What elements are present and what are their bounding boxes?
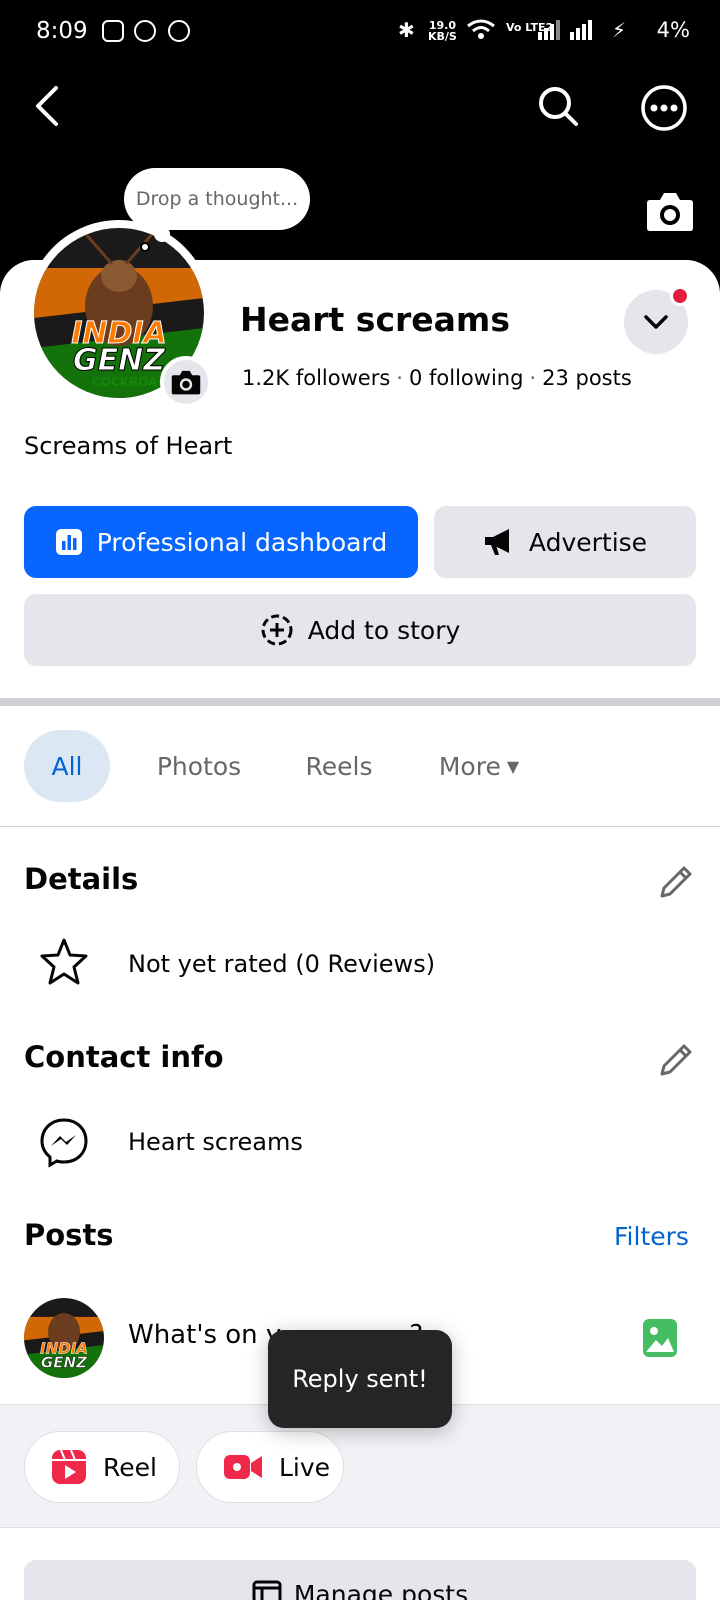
add-story-icon	[261, 614, 293, 646]
arrow-left-icon	[36, 86, 58, 126]
wifi-icon	[466, 18, 496, 45]
photo-upload-button[interactable]	[642, 1318, 678, 1358]
thought-bubble[interactable]: Drop a thought...	[124, 168, 310, 230]
contact-messenger[interactable]: Heart screams	[128, 1128, 303, 1156]
edit-avatar-button[interactable]	[160, 356, 212, 408]
status-bar: 8:09 ✱ 19.0 KB/S Vo LTE2 ⚡ 4%	[0, 0, 720, 64]
status-time: 8:09	[36, 18, 88, 44]
tab-photos[interactable]: Photos	[134, 730, 264, 802]
manage-posts-button[interactable]: Manage posts	[24, 1560, 696, 1600]
composer-avatar: INDIA GENZ	[24, 1298, 104, 1378]
megaphone-icon	[484, 529, 509, 555]
following-count[interactable]: 0 following	[409, 366, 523, 390]
facebook-icon	[168, 20, 190, 42]
star-icon	[38, 936, 90, 988]
rating-text: Not yet rated (0 Reviews)	[128, 950, 436, 978]
battery-level: 4%	[656, 18, 690, 42]
live-chip[interactable]: Live	[196, 1431, 344, 1503]
section-divider	[0, 698, 720, 706]
pencil-icon	[660, 866, 692, 898]
posts-title: Posts	[24, 1218, 114, 1252]
reel-chip[interactable]: Reel	[24, 1431, 180, 1503]
edit-contact-button[interactable]	[656, 1040, 696, 1080]
page-name: Heart screams	[240, 300, 510, 339]
manage-posts-icon	[252, 1580, 282, 1600]
signal-icon	[538, 18, 602, 45]
search-icon	[539, 87, 578, 126]
pencil-icon	[660, 1044, 692, 1076]
tabs-divider	[0, 826, 720, 827]
thought-bubble-tail	[154, 226, 170, 242]
chevron-down-icon	[644, 315, 668, 329]
bluetooth-icon: ✱	[398, 18, 415, 42]
thought-bubble-tail-dot	[140, 242, 150, 252]
edit-details-button[interactable]	[656, 862, 696, 902]
advertise-button[interactable]: Advertise	[434, 506, 696, 578]
add-to-story-button[interactable]: Add to story	[24, 594, 696, 666]
edit-cover-button[interactable]	[646, 190, 694, 232]
reel-icon	[52, 1449, 86, 1484]
followers-count[interactable]: 1.2K followers	[242, 366, 390, 390]
toast-notification: Reply sent!	[268, 1330, 452, 1428]
notification-dot	[670, 286, 690, 306]
camera-icon	[171, 370, 201, 395]
net-speed: 19.0 KB/S	[428, 19, 457, 43]
professional-dashboard-button[interactable]: Professional dashboard	[24, 506, 418, 578]
svg-text:GENZ: GENZ	[73, 343, 166, 378]
bio: Screams of Heart	[24, 432, 233, 460]
charging-icon: ⚡	[612, 18, 627, 42]
camera-icon	[647, 193, 693, 231]
instagram-icon	[102, 20, 124, 42]
more-horizontal-icon	[641, 85, 687, 131]
more-options-button[interactable]	[640, 84, 688, 132]
photo-icon	[643, 1319, 677, 1357]
tab-reels[interactable]: Reels	[284, 730, 394, 802]
back-button[interactable]	[30, 84, 66, 128]
contact-info-title: Contact info	[24, 1040, 224, 1074]
filters-link[interactable]: Filters	[614, 1222, 689, 1251]
tab-more[interactable]: More ▼	[414, 730, 544, 802]
profile-stats: 1.2K followers · 0 following · 23 posts	[242, 366, 632, 390]
posts-count: 23 posts	[542, 366, 632, 390]
tab-all[interactable]: All	[24, 730, 110, 802]
dashboard-icon	[55, 529, 82, 555]
search-button[interactable]	[536, 84, 580, 128]
live-video-icon	[224, 1455, 262, 1479]
svg-text:GENZ: GENZ	[41, 1354, 88, 1372]
messenger-icon	[38, 1116, 90, 1168]
details-title: Details	[24, 862, 139, 896]
messenger-icon	[134, 20, 156, 42]
caret-down-icon: ▼	[506, 756, 520, 776]
